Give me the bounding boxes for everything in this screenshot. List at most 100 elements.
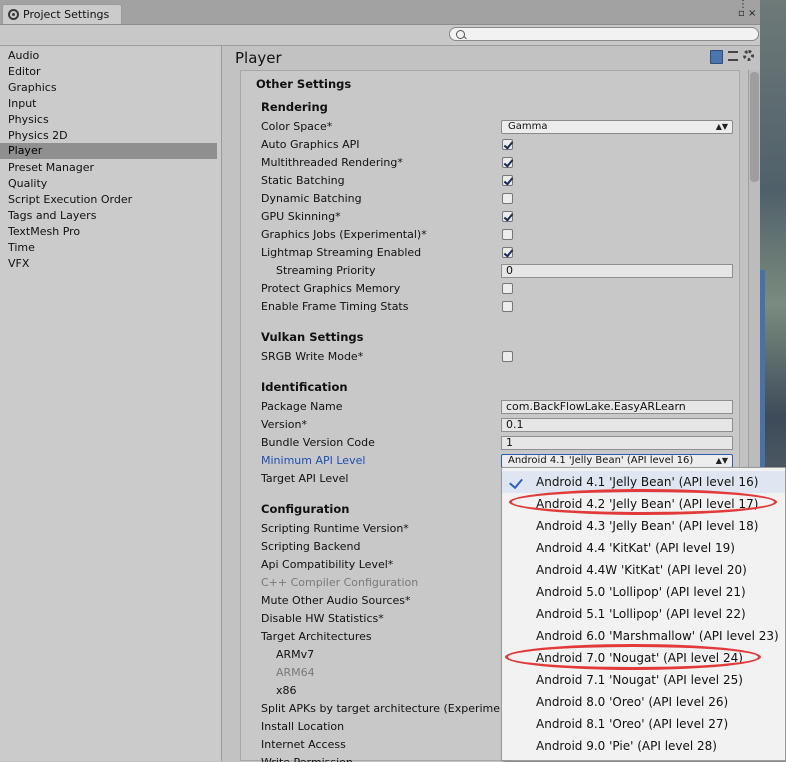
version-label: Version* bbox=[261, 418, 307, 431]
identification-heading: Identification bbox=[261, 380, 348, 394]
sidebar-item-player[interactable]: Player bbox=[0, 143, 217, 159]
highlight-ellipse-api-17 bbox=[509, 489, 777, 515]
gear-icon bbox=[8, 9, 19, 20]
scripting-backend-label: Scripting Backend bbox=[261, 540, 361, 553]
configuration-heading: Configuration bbox=[261, 502, 350, 516]
minimum-api-level-label: Minimum API Level bbox=[261, 454, 366, 467]
graphics-jobs-checkbox[interactable] bbox=[502, 229, 513, 240]
sidebar-item-quality[interactable]: Quality bbox=[0, 176, 217, 192]
target-api-level-label: Target API Level bbox=[261, 472, 349, 485]
presets-icon[interactable] bbox=[728, 51, 738, 61]
split-apks-label: Split APKs by target architecture (Exper… bbox=[261, 702, 501, 715]
package-name-field[interactable]: com.BackFlowLake.EasyARLearn bbox=[501, 400, 733, 414]
scripting-runtime-label: Scripting Runtime Version* bbox=[261, 522, 409, 535]
sidebar-item-graphics[interactable]: Graphics bbox=[0, 80, 217, 96]
lightmap-streaming-label: Lightmap Streaming Enabled bbox=[261, 246, 422, 259]
install-location-label: Install Location bbox=[261, 720, 345, 733]
menu-item-label: Android 6.0 'Marshmallow' (API level 23) bbox=[536, 629, 779, 643]
streaming-priority-field[interactable]: 0 bbox=[501, 264, 733, 278]
sidebar-item-input[interactable]: Input bbox=[0, 96, 217, 112]
search-input[interactable] bbox=[449, 27, 759, 41]
auto-graphics-api-checkbox[interactable] bbox=[502, 139, 513, 150]
menu-item-api-20[interactable]: Android 4.4W 'KitKat' (API level 20) bbox=[502, 559, 785, 581]
window-controls[interactable]: ⋮ ▫ × bbox=[738, 0, 756, 19]
menu-item-api-19[interactable]: Android 4.4 'KitKat' (API level 19) bbox=[502, 537, 785, 559]
minimum-api-level-dropdown[interactable]: Android 4.1 'Jelly Bean' (API level 16) … bbox=[501, 454, 733, 468]
sidebar-item-physics-2d[interactable]: Physics 2D bbox=[0, 128, 217, 144]
protect-graphics-memory-checkbox[interactable] bbox=[502, 283, 513, 294]
menu-item-api-18[interactable]: Android 4.3 'Jelly Bean' (API level 18) bbox=[502, 515, 785, 537]
help-book-icon[interactable] bbox=[710, 50, 723, 64]
menu-item-api-28[interactable]: Android 9.0 'Pie' (API level 28) bbox=[502, 735, 785, 757]
graphics-jobs-label: Graphics Jobs (Experimental)* bbox=[261, 228, 427, 241]
arm64-label: ARM64 bbox=[276, 666, 315, 679]
sidebar-item-textmesh-pro[interactable]: TextMesh Pro bbox=[0, 224, 217, 240]
sidebar-item-vfx[interactable]: VFX bbox=[0, 256, 217, 272]
srgb-write-mode-checkbox[interactable] bbox=[502, 351, 513, 362]
sidebar-item-time[interactable]: Time bbox=[0, 240, 217, 256]
package-name-label: Package Name bbox=[261, 400, 343, 413]
gpu-skinning-checkbox[interactable] bbox=[502, 211, 513, 222]
section-title[interactable]: Other Settings bbox=[256, 77, 351, 91]
settings-sidebar: Audio Editor Graphics Input Physics Phys… bbox=[0, 46, 222, 761]
color-space-value: Gamma bbox=[508, 121, 548, 132]
disable-hw-stats-label: Disable HW Statistics* bbox=[261, 612, 384, 625]
menu-item-label: Android 8.0 'Oreo' (API level 26) bbox=[536, 695, 729, 709]
color-space-label: Color Space* bbox=[261, 120, 333, 133]
tab-project-settings[interactable]: Project Settings bbox=[2, 4, 122, 24]
auto-graphics-api-label: Auto Graphics API bbox=[261, 138, 360, 151]
menu-item-label: Android 4.4 'KitKat' (API level 19) bbox=[536, 541, 735, 555]
static-batching-checkbox[interactable] bbox=[502, 175, 513, 186]
streaming-priority-label: Streaming Priority bbox=[276, 264, 376, 277]
internet-access-label: Internet Access bbox=[261, 738, 346, 751]
lightmap-streaming-checkbox[interactable] bbox=[502, 247, 513, 258]
scrollbar-thumb[interactable] bbox=[750, 72, 759, 182]
sidebar-item-preset-manager[interactable]: Preset Manager bbox=[0, 160, 217, 176]
frame-timing-stats-checkbox[interactable] bbox=[502, 301, 513, 312]
highlight-ellipse-api-24 bbox=[505, 644, 761, 670]
sidebar-item-editor[interactable]: Editor bbox=[0, 64, 217, 80]
dropdown-arrow-icon: ▲▼ bbox=[715, 122, 728, 131]
sidebar-item-tags-and-layers[interactable]: Tags and Layers bbox=[0, 208, 217, 224]
search-icon bbox=[456, 30, 465, 39]
version-field[interactable]: 0.1 bbox=[501, 418, 733, 432]
sidebar-item-script-execution-order[interactable]: Script Execution Order bbox=[0, 192, 217, 208]
menu-item-api-22[interactable]: Android 5.1 'Lollipop' (API level 22) bbox=[502, 603, 785, 625]
target-architectures-label: Target Architectures bbox=[261, 630, 372, 643]
multithreaded-rendering-label: Multithreaded Rendering* bbox=[261, 156, 403, 169]
menu-item-label: Android 5.1 'Lollipop' (API level 22) bbox=[536, 607, 746, 621]
window-title-bar: Project Settings ⋮ ▫ × bbox=[0, 0, 760, 25]
protect-graphics-memory-label: Protect Graphics Memory bbox=[261, 282, 401, 295]
menu-item-label: Android 4.3 'Jelly Bean' (API level 18) bbox=[536, 519, 759, 533]
write-permission-label: Write Permission bbox=[261, 756, 353, 762]
static-batching-label: Static Batching bbox=[261, 174, 345, 187]
sidebar-item-audio[interactable]: Audio bbox=[0, 48, 217, 64]
multithreaded-rendering-checkbox[interactable] bbox=[502, 157, 513, 168]
menu-item-api-21[interactable]: Android 5.0 'Lollipop' (API level 21) bbox=[502, 581, 785, 603]
menu-item-label: Android 5.0 'Lollipop' (API level 21) bbox=[536, 585, 746, 599]
x86-label: x86 bbox=[276, 684, 297, 697]
sidebar-item-physics[interactable]: Physics bbox=[0, 112, 217, 128]
menu-item-api-26[interactable]: Android 8.0 'Oreo' (API level 26) bbox=[502, 691, 785, 713]
menu-item-api-27[interactable]: Android 8.1 'Oreo' (API level 27) bbox=[502, 713, 785, 735]
bundle-version-code-field[interactable]: 1 bbox=[501, 436, 733, 450]
close-icon[interactable]: ▫ × bbox=[738, 9, 756, 19]
dropdown-arrow-icon: ▲▼ bbox=[715, 456, 728, 465]
color-space-dropdown[interactable]: Gamma ▲▼ bbox=[501, 120, 733, 134]
dynamic-batching-checkbox[interactable] bbox=[502, 193, 513, 204]
menu-item-label: Android 7.1 'Nougat' (API level 25) bbox=[536, 673, 743, 687]
vulkan-heading: Vulkan Settings bbox=[261, 330, 364, 344]
dynamic-batching-label: Dynamic Batching bbox=[261, 192, 362, 205]
gpu-skinning-label: GPU Skinning* bbox=[261, 210, 341, 223]
gear-icon[interactable] bbox=[743, 50, 754, 61]
toolbar bbox=[0, 25, 760, 46]
check-icon bbox=[509, 474, 523, 490]
menu-item-label: Android 4.1 'Jelly Bean' (API level 16) bbox=[536, 475, 759, 489]
bundle-version-code-label: Bundle Version Code bbox=[261, 436, 375, 449]
menu-item-api-25[interactable]: Android 7.1 'Nougat' (API level 25) bbox=[502, 669, 785, 691]
page-title: Player bbox=[235, 49, 282, 67]
tab-label: Project Settings bbox=[23, 8, 110, 21]
menu-item-label: Android 4.4W 'KitKat' (API level 20) bbox=[536, 563, 747, 577]
frame-timing-stats-label: Enable Frame Timing Stats bbox=[261, 300, 409, 313]
cpp-compiler-label: C++ Compiler Configuration bbox=[261, 576, 419, 589]
